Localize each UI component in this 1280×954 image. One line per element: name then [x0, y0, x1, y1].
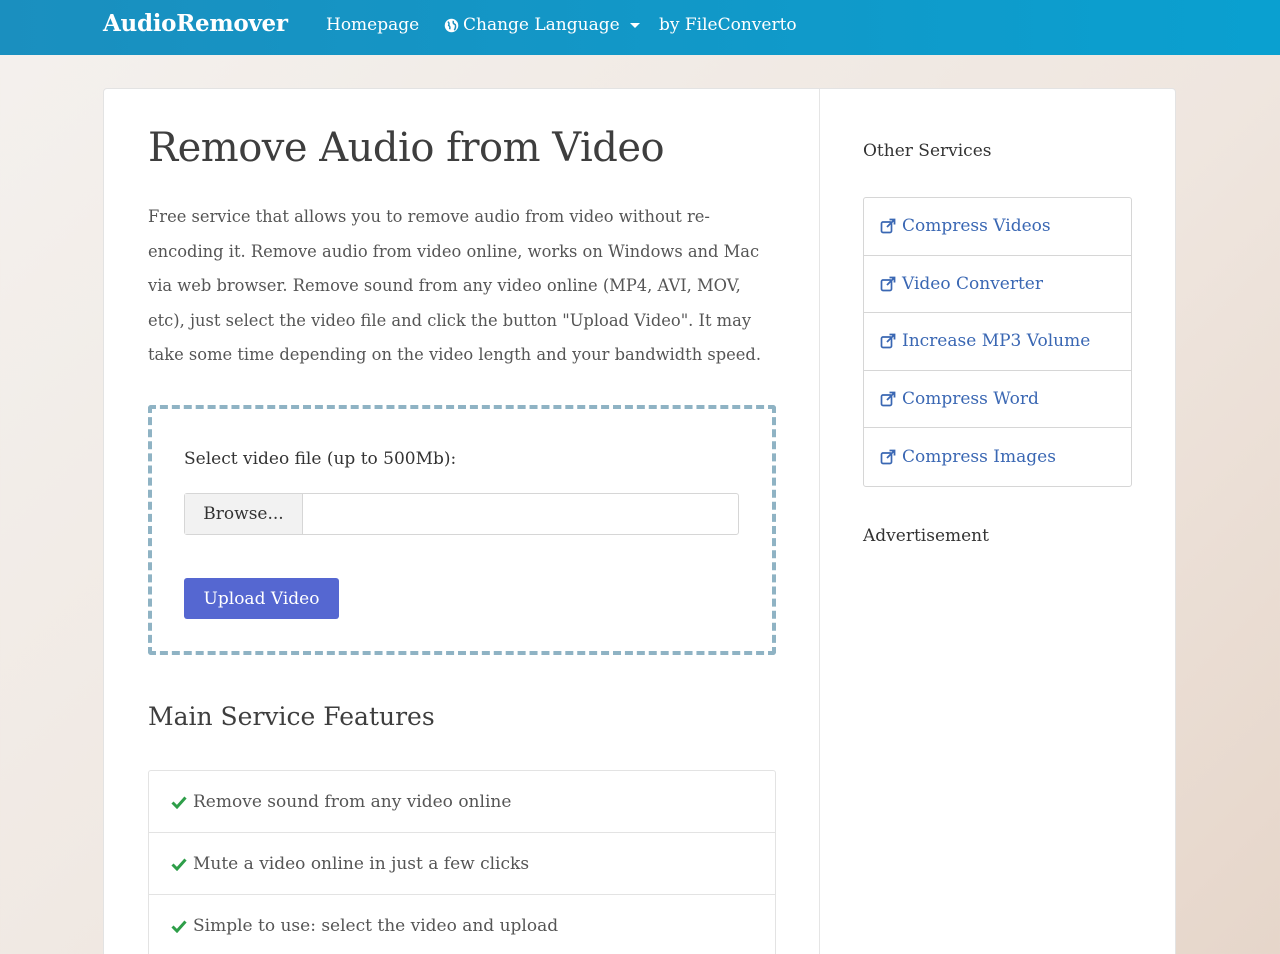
service-link-compress-word[interactable]: Compress Word [864, 371, 1131, 428]
advertisement-heading: Advertisement [863, 526, 989, 546]
select-file-label: Select video file (up to 500Mb): [184, 449, 457, 469]
nav-homepage-link[interactable]: Homepage [326, 15, 419, 35]
feature-text: Mute a video online in just a few clicks [193, 853, 530, 874]
chevron-down-icon [629, 22, 640, 28]
external-link-icon [880, 449, 896, 465]
feature-item: Remove sound from any video online [149, 771, 775, 833]
feature-text: Simple to use: select the video and uplo… [193, 916, 559, 936]
top-navbar: AudioRemover Homepage Change Language by… [0, 0, 1280, 55]
feature-text: Remove sound from any video online [193, 791, 512, 812]
service-label: Compress Images [902, 446, 1056, 467]
check-icon [171, 920, 187, 933]
nav-by-fileconverto-link[interactable]: by FileConverto [659, 15, 797, 35]
service-label: Compress Videos [902, 216, 1051, 237]
globe-icon [444, 18, 459, 33]
upload-video-button[interactable]: Upload Video [184, 578, 339, 619]
external-link-icon [880, 218, 896, 234]
service-link-compress-videos[interactable]: Compress Videos [864, 198, 1131, 256]
intro-paragraph: Free service that allows you to remove a… [148, 207, 762, 365]
external-link-icon [880, 391, 896, 407]
service-link-increase-mp3-volume[interactable]: Increase MP3 Volume [864, 313, 1131, 371]
features-list: Remove sound from any video online Mute … [148, 770, 776, 954]
page-title: Remove Audio from Video [148, 125, 665, 171]
service-label: Video Converter [902, 273, 1043, 294]
service-link-video-converter[interactable]: Video Converter [864, 256, 1131, 313]
check-icon [171, 795, 187, 809]
check-icon [171, 857, 187, 871]
video-file-input[interactable]: Browse... [184, 493, 739, 535]
nav-language-label: Change Language [463, 15, 620, 35]
nav-change-language-dropdown[interactable]: Change Language [444, 15, 640, 35]
service-label: Compress Word [902, 388, 1039, 409]
feature-item: Simple to use: select the video and uplo… [149, 895, 775, 954]
other-services-list: Compress Videos Video Converter Increase… [863, 197, 1132, 487]
service-link-compress-images[interactable]: Compress Images [864, 428, 1131, 486]
service-label: Increase MP3 Volume [902, 331, 1091, 352]
features-heading: Main Service Features [148, 702, 435, 731]
brand-logo[interactable]: AudioRemover [103, 10, 288, 37]
external-link-icon [880, 276, 896, 292]
external-link-icon [880, 333, 896, 349]
column-divider [819, 89, 820, 954]
feature-item: Mute a video online in just a few clicks [149, 833, 775, 895]
browse-button[interactable]: Browse... [185, 494, 303, 534]
other-services-heading: Other Services [863, 141, 992, 161]
